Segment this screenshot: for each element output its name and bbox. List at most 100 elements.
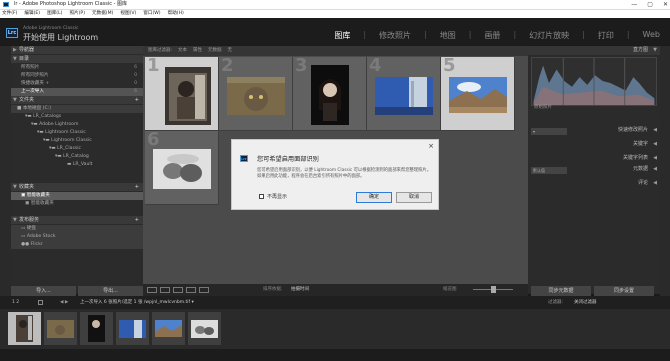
catalog-header[interactable]: ▼ 目录 (11, 55, 143, 63)
checkbox-box[interactable] (259, 194, 264, 199)
filmstrip-thumb[interactable] (152, 312, 185, 345)
folder-row[interactable]: ▾▬ Adobe Lightroom (11, 121, 143, 129)
navigator-header[interactable]: ▶ 导航器 (11, 46, 143, 54)
collection-label: 智能收藏夹 (30, 201, 54, 206)
comments-header[interactable]: 评论 ◀ (528, 179, 660, 188)
metadata-header[interactable]: 元数据 ◀ (528, 165, 660, 174)
filmstrip-thumb[interactable] (44, 312, 77, 345)
volume-row[interactable]: ■ 本地磁盘 (C:) (11, 105, 143, 113)
panel-spacer (11, 208, 143, 216)
sort-value[interactable]: 拍摄时间 (291, 284, 309, 296)
filmstrip-filter-value[interactable]: 关闭过滤器 (574, 296, 597, 309)
folder-row[interactable]: ▾▬ LR_Classic (11, 145, 143, 153)
folder-icon: ▾▬ (25, 114, 34, 119)
menu-window[interactable]: 窗口(W) (143, 10, 160, 18)
catalog-item-synced[interactable]: 所有同步照片 0 (11, 72, 143, 80)
filter-metadata[interactable]: 元数据 (208, 46, 222, 56)
quick-develop-header[interactable]: 快速修改照片 ◀ (528, 126, 660, 135)
grid-cell[interactable]: 1 (145, 57, 219, 131)
loupe-view-icon[interactable] (160, 287, 170, 293)
collection-row[interactable]: ▣ 智能收藏夹 (11, 192, 143, 200)
filmstrip-breadcrumb[interactable]: 上一次导入 6 张照片/选定 1 张 /wpjnl_mwlcvnbm.tif ▾ (80, 296, 194, 309)
library-filter-bar: 图库过滤器: 文本 属性 元数据 无 (143, 46, 528, 56)
module-print[interactable]: 打印 (598, 30, 614, 41)
sync-metadata-button[interactable]: 同步元数据 (531, 286, 591, 296)
dialog-close-icon[interactable]: × (428, 142, 434, 150)
menu-library[interactable]: 图库(L) (47, 10, 62, 18)
menu-edit[interactable]: 编辑(E) (24, 10, 40, 18)
back-arrow-icon[interactable]: ◀ ▶ (60, 296, 68, 309)
filmstrip-thumb-image (88, 315, 105, 342)
painter-icon[interactable] (199, 287, 209, 293)
menu-photo[interactable]: 照片(P) (69, 10, 85, 18)
close-button[interactable]: ✕ (663, 0, 668, 9)
folder-row[interactable]: ▾▬ Lightroom Classic (11, 129, 143, 137)
survey-view-icon[interactable] (186, 287, 196, 293)
left-panel-edge[interactable] (0, 46, 11, 296)
filmstrip-thumb[interactable] (8, 312, 41, 345)
module-develop[interactable]: 修改照片 (379, 30, 411, 41)
compare-view-icon[interactable] (173, 287, 183, 293)
publish-row[interactable]: ▭ 硬盘 (11, 225, 143, 233)
add-collection-icon[interactable]: + (135, 183, 139, 191)
right-panel-edge[interactable] (660, 46, 670, 296)
folder-row[interactable]: ▾▬ LR_Catalogs (11, 113, 143, 121)
module-web[interactable]: Web (643, 30, 660, 41)
grid-cell[interactable]: 3 (293, 57, 367, 131)
publish-header[interactable]: ▼ 发布服务 + (11, 216, 143, 224)
page-number[interactable]: 1 2 (12, 296, 19, 309)
catalog-item-quick-collection[interactable]: 快捷收藏夹 + 0 (11, 80, 143, 88)
folder-row[interactable]: ▬ LR_Vault (11, 161, 143, 169)
menu-bar: 文件(F) 编辑(E) 图库(L) 照片(P) 元数据(M) 视图(V) 窗口(… (0, 9, 670, 18)
grid-cell[interactable]: 5 (441, 57, 515, 131)
keywording-header[interactable]: 关键字 ◀ (528, 140, 660, 149)
minimize-button[interactable]: — (631, 0, 637, 9)
menu-help[interactable]: 帮助(H) (168, 10, 184, 18)
grid-cell[interactable]: 6 (145, 131, 219, 205)
maximize-button[interactable]: ▢ (647, 0, 653, 9)
filter-attribute[interactable]: 属性 (193, 46, 202, 56)
cell-number: 1 (147, 55, 160, 76)
folder-row[interactable]: ▾▬ Lightroom Classic (11, 137, 143, 145)
collection-row[interactable]: ▣ 智能收藏夹 (11, 200, 143, 208)
module-library[interactable]: 图库 (334, 30, 350, 41)
dont-show-again-checkbox[interactable]: 不再显示 (259, 193, 287, 200)
add-publish-icon[interactable]: + (135, 216, 139, 224)
publish-row[interactable]: ▭ Adobe Stock (11, 233, 143, 241)
bottom-panel-edge[interactable] (0, 349, 670, 361)
grid-cell[interactable]: 4 (367, 57, 441, 131)
catalog-item-previous-import[interactable]: 上一次导入 6 (11, 88, 143, 96)
grid-icon[interactable] (38, 300, 43, 305)
folder-icon: ▾▬ (55, 154, 64, 159)
slider-handle[interactable] (491, 286, 496, 293)
folders-header[interactable]: ▼ 文件夹 + (11, 96, 143, 104)
folder-icon: ▾▬ (43, 138, 52, 143)
grid-cell[interactable]: 2 (219, 57, 293, 131)
module-book[interactable]: 画册 (484, 30, 500, 41)
menu-view[interactable]: 视图(V) (120, 10, 136, 18)
import-button[interactable]: 导入... (11, 286, 76, 296)
expand-triangle-icon: ◀ (653, 127, 657, 133)
export-button[interactable]: 导出... (78, 286, 143, 296)
grid-view-icon[interactable] (147, 287, 157, 293)
module-map[interactable]: 地图 (440, 30, 456, 41)
filmstrip-thumb[interactable] (80, 312, 113, 345)
cancel-button[interactable]: 取消 (396, 192, 432, 203)
menu-metadata[interactable]: 元数据(M) (92, 10, 113, 18)
filmstrip-thumb[interactable] (116, 312, 149, 345)
publish-row[interactable]: ●● Flickr (11, 241, 143, 249)
histogram-chart (531, 57, 657, 106)
sync-settings-button[interactable]: 同步设置 (594, 286, 654, 296)
catalog-item-all-photos[interactable]: 所有照片 6 (11, 64, 143, 72)
keyword-list-header[interactable]: 关键字列表 ◀ (528, 154, 660, 163)
filmstrip-thumb[interactable] (188, 312, 221, 345)
module-separator: | (513, 30, 517, 39)
folder-row[interactable]: ▾▬ LR_Catalog (11, 153, 143, 161)
add-folder-icon[interactable]: + (135, 96, 139, 104)
module-slideshow[interactable]: 幻灯片放映 (529, 30, 569, 41)
filter-text[interactable]: 文本 (178, 46, 187, 56)
histogram-header[interactable]: 直方图 ▼ (528, 46, 660, 55)
ok-button[interactable]: 确定 (356, 192, 392, 203)
menu-file[interactable]: 文件(F) (2, 10, 17, 18)
collections-header[interactable]: ▼ 收藏夹 + (11, 183, 143, 191)
